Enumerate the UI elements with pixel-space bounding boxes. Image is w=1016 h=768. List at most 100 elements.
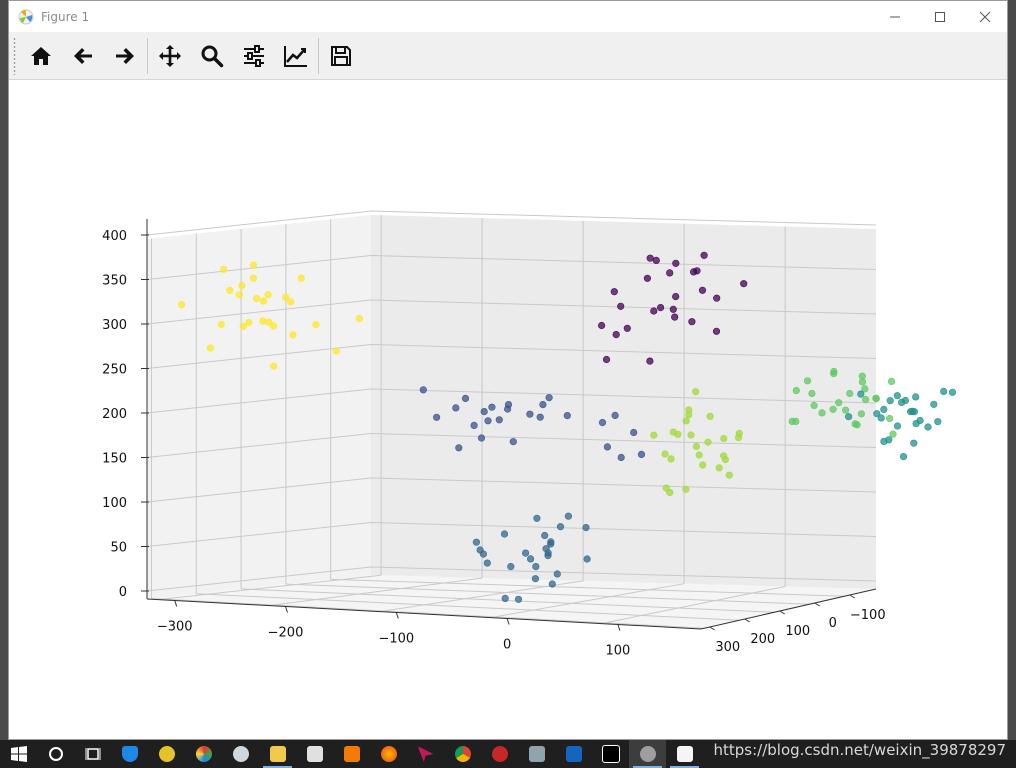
- scatter-point: [662, 484, 670, 492]
- scatter-point: [715, 464, 723, 472]
- scatter-point: [889, 430, 897, 438]
- back-button[interactable]: [62, 36, 104, 76]
- scatter-point: [671, 313, 679, 321]
- home-icon: [31, 46, 51, 65]
- scatter-point: [541, 531, 549, 540]
- scatter-point: [695, 451, 703, 459]
- maximize-button[interactable]: [917, 1, 962, 32]
- scatter-point: [948, 388, 957, 396]
- python-figure-icon: [639, 746, 656, 762]
- maximize-icon: [934, 11, 945, 22]
- configure-subplots-button[interactable]: [233, 36, 275, 76]
- scatter-point: [656, 304, 665, 312]
- x-tick-label: −100: [378, 632, 414, 647]
- x-tick-mark: [395, 612, 399, 619]
- y-tick-mark: [814, 602, 821, 607]
- scatter-point: [734, 434, 743, 442]
- task-view-button[interactable]: [74, 740, 111, 768]
- scatter-point: [603, 443, 612, 451]
- scatter-point: [887, 377, 896, 386]
- start-button[interactable]: [0, 740, 37, 768]
- toolbar-separator: [318, 37, 319, 74]
- scatter-point: [249, 274, 257, 282]
- taskbar-app-sublime[interactable]: [333, 740, 370, 768]
- taskbar-app-3[interactable]: [185, 740, 222, 768]
- scatter-point: [844, 413, 853, 421]
- taskbar-app-python-figure[interactable]: [629, 740, 666, 768]
- scatter-point: [880, 405, 888, 414]
- figure-canvas[interactable]: 0 50 100 150 200 250 300 350 400 −300 −200 −100 0 100…: [9, 80, 1007, 740]
- z-tick-label: 100: [102, 496, 127, 511]
- toolbar-gripper[interactable]: [13, 36, 16, 75]
- toolbar-separator: [147, 37, 148, 74]
- taskbar-app-pointer[interactable]: [407, 740, 444, 768]
- scatter-point: [700, 251, 708, 259]
- close-button[interactable]: [962, 1, 1007, 32]
- scatter-point: [509, 438, 517, 446]
- scatter-point: [564, 512, 573, 520]
- forward-button[interactable]: [104, 36, 146, 76]
- taskbar-app-wechat[interactable]: [222, 740, 259, 768]
- taskbar-app-chrome[interactable]: [444, 740, 481, 768]
- scatter-point: [245, 318, 253, 327]
- url-watermark: https://blog.csdn.net/weixin_39878297: [713, 741, 1006, 759]
- scatter-point: [536, 413, 544, 421]
- x-tick-mark: [285, 606, 288, 613]
- taskbar-app-pycharm[interactable]: [592, 740, 629, 768]
- arrow-right-icon: [116, 47, 134, 64]
- taskbar-app-2[interactable]: [148, 740, 185, 768]
- scatter-point: [858, 378, 867, 386]
- x-tick-label: −200: [268, 626, 304, 641]
- scatter-point: [477, 434, 486, 442]
- scatter-point: [483, 559, 491, 567]
- pan-button[interactable]: [149, 36, 191, 76]
- scatter-point: [547, 538, 555, 546]
- search-button[interactable]: [37, 740, 74, 768]
- minimize-button[interactable]: [872, 1, 917, 32]
- taskbar-app-notepad[interactable]: [666, 740, 703, 768]
- scatter-point: [706, 412, 714, 420]
- taskbar-app-explorer[interactable]: [259, 740, 296, 768]
- taskbar-app-netease[interactable]: [481, 740, 518, 768]
- x-tick-label: 100: [605, 644, 630, 659]
- scatter-point: [841, 406, 850, 414]
- z-tick-label: 300: [102, 318, 127, 333]
- scatter-point: [688, 318, 696, 326]
- matplotlib-app-icon: [18, 9, 34, 24]
- save-button[interactable]: [320, 36, 362, 76]
- zoom-button[interactable]: [191, 36, 233, 76]
- scatter-point: [217, 320, 225, 329]
- scatter-point: [830, 367, 838, 376]
- scatter-point: [472, 538, 481, 546]
- scatter-point: [873, 410, 881, 418]
- scatter-point: [533, 514, 541, 522]
- magnifier-icon: [201, 45, 224, 67]
- taskbar-app-security[interactable]: [111, 740, 148, 768]
- windows-logo-icon: [10, 746, 27, 762]
- scatter-point: [289, 331, 297, 339]
- scatter-point: [899, 453, 908, 461]
- scatter-point: [270, 362, 278, 370]
- taskbar-app-remote[interactable]: [518, 740, 555, 768]
- taskbar-app-calculator[interactable]: [555, 740, 592, 768]
- scatter-point: [792, 387, 800, 395]
- title-bar[interactable]: Figure 1: [9, 1, 1007, 32]
- scatter-point: [611, 411, 619, 420]
- scatter-point: [699, 461, 707, 469]
- scatter-point: [650, 307, 658, 315]
- navigation-toolbar: [9, 32, 1007, 80]
- x-tick-mark: [174, 600, 178, 607]
- scatter-point: [484, 417, 492, 425]
- edit-axis-button[interactable]: [275, 36, 317, 76]
- scatter-point: [897, 398, 906, 407]
- scatter-point: [650, 431, 658, 439]
- scatter-point: [297, 274, 305, 282]
- mail-icon: [306, 746, 323, 762]
- scatter-point: [685, 406, 693, 414]
- scatter-point: [598, 419, 607, 427]
- taskbar-app-mail[interactable]: [296, 740, 333, 768]
- home-button[interactable]: [20, 36, 62, 76]
- taskbar-app-firefox[interactable]: [370, 740, 407, 768]
- sliders-icon: [244, 44, 264, 67]
- editor-icon: [343, 746, 360, 762]
